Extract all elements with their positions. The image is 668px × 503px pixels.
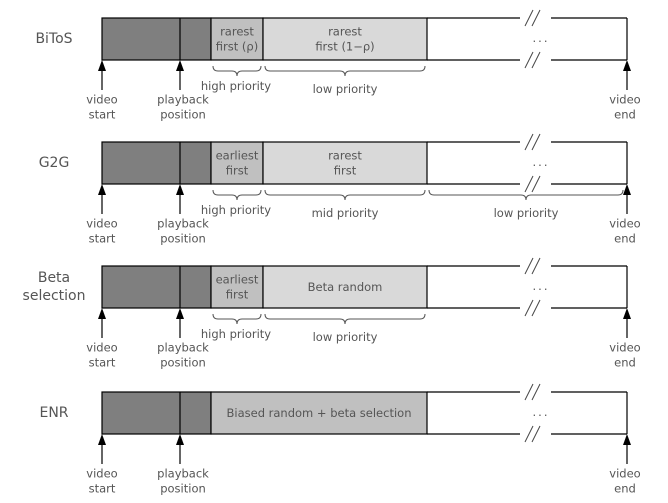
arrow-head-icon [176, 308, 184, 319]
priority-label: high priority [201, 203, 271, 217]
playback-position-arrow [176, 60, 184, 90]
playback-position-label: playback position [157, 467, 209, 496]
video-end-label: video end [609, 93, 640, 122]
played-segment [101, 17, 212, 61]
video-start-label: video start [86, 467, 117, 496]
ellipsis: ... [533, 155, 550, 169]
row-g2g: G2G earliest firstrarest first...video start… [39, 133, 641, 246]
break-mark-icon [531, 257, 541, 275]
arrow-head-icon [623, 308, 631, 319]
priority-brace [264, 189, 426, 201]
playback-position-arrow [176, 308, 184, 338]
break-mark-icon [531, 299, 541, 317]
priority-label: mid priority [312, 206, 379, 220]
priority-brace [428, 189, 624, 201]
row-label: Beta selection [23, 270, 86, 304]
break-mark-icon [524, 9, 534, 27]
break-mark-icon [531, 383, 541, 401]
video-start-arrow [98, 434, 106, 464]
arrow-head-icon [623, 184, 631, 195]
video-end-label: video end [609, 467, 640, 496]
row-label: ENR [39, 405, 68, 421]
video-start-label: video start [86, 341, 117, 370]
played-segment [101, 265, 212, 309]
arrow-head-icon [176, 60, 184, 71]
arrow-head-icon [98, 60, 106, 71]
break-mark-icon [531, 9, 541, 27]
break-mark-icon [531, 175, 541, 193]
priority-brace [264, 65, 426, 77]
priority-label: low priority [494, 206, 559, 220]
break-mark-icon [524, 383, 534, 401]
arrow-head-icon [176, 434, 184, 445]
video-end-arrow [623, 60, 631, 90]
row-beta-selection: Beta selectionearliest firstBeta random...… [23, 257, 641, 370]
priority-label: high priority [201, 79, 271, 93]
break-mark-icon [524, 175, 534, 193]
segment-label: Biased random + beta selection [227, 406, 412, 420]
ellipsis: ... [533, 279, 550, 293]
buffer-diagram: BiToS rarest first (ρ)rarest first (1−ρ)...… [23, 9, 641, 496]
row-label: G2G [39, 155, 70, 171]
video-start-label: video start [86, 217, 117, 246]
video-start-arrow [98, 308, 106, 338]
row-enr: ENR Biased random + beta selection ... vide… [39, 383, 641, 496]
break-mark-icon [524, 425, 534, 443]
row-bitos: BiToS rarest first (ρ)rarest first (1−ρ)...… [35, 9, 641, 122]
played-segment [101, 141, 212, 185]
arrow-head-icon [623, 60, 631, 71]
segment-2-label: Beta random [308, 280, 383, 294]
video-start-arrow [98, 184, 106, 214]
ellipsis: ... [533, 31, 550, 45]
priority-label: low priority [313, 330, 378, 344]
break-mark-icon [531, 425, 541, 443]
video-end-label: video end [609, 217, 640, 246]
segment-1-label: rarest first (ρ) [216, 25, 258, 54]
arrow-head-icon [176, 184, 184, 195]
break-mark-icon [531, 133, 541, 151]
video-end-arrow [623, 308, 631, 338]
arrow-head-icon [623, 434, 631, 445]
priority-brace [212, 65, 262, 77]
playback-position-label: playback position [157, 217, 209, 246]
break-mark-icon [531, 51, 541, 69]
video-end-arrow [623, 434, 631, 464]
video-start-label: video start [86, 93, 117, 122]
break-mark-icon [524, 51, 534, 69]
row-label: BiToS [35, 31, 72, 47]
break-mark-icon [524, 257, 534, 275]
playback-position-label: playback position [157, 341, 209, 370]
video-start-arrow [98, 60, 106, 90]
arrow-head-icon [98, 184, 106, 195]
arrow-head-icon [98, 434, 106, 445]
video-end-arrow [623, 184, 631, 214]
priority-brace [212, 313, 262, 325]
video-end-label: video end [609, 341, 640, 370]
played-segment [101, 391, 212, 435]
playback-position-label: playback position [157, 93, 209, 122]
playback-position-arrow [176, 434, 184, 464]
ellipsis: ... [533, 405, 550, 419]
priority-label: high priority [201, 327, 271, 341]
break-mark-icon [524, 133, 534, 151]
priority-label: low priority [313, 82, 378, 96]
break-mark-icon [524, 299, 534, 317]
playback-position-arrow [176, 184, 184, 214]
arrow-head-icon [98, 308, 106, 319]
priority-brace [212, 189, 262, 201]
priority-brace [264, 313, 426, 325]
